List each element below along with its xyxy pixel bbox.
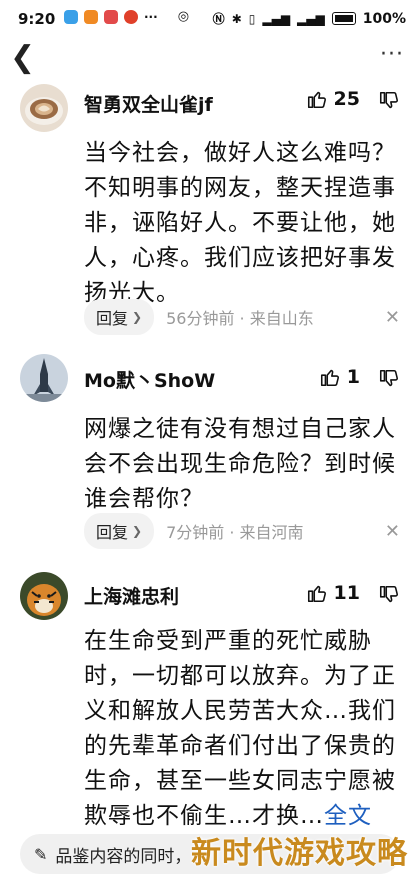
- thumbs-down-icon[interactable]: [378, 584, 400, 606]
- app-notification-icon: [84, 9, 98, 24]
- bluetooth-icon: ✱: [231, 11, 242, 26]
- like-button[interactable]: 25: [306, 88, 360, 110]
- more-icon[interactable]: ···: [380, 42, 404, 67]
- comment-item: 上海滩忠利 11 在生命受到严重的死忙威胁时，一切都可以放弃。为了正义和解放人民…: [0, 570, 420, 830]
- username[interactable]: 智勇双全山雀jf: [84, 90, 213, 117]
- chevron-right-icon: ❯: [132, 524, 143, 538]
- watermark: 新时代游戏攻略: [191, 836, 408, 871]
- thumbs-down-icon[interactable]: [378, 90, 400, 112]
- status-time: 9:20: [18, 10, 56, 28]
- chevron-right-icon: ❯: [132, 310, 143, 324]
- notification-icons: ··· ◎: [64, 9, 189, 24]
- like-count: 11: [333, 582, 360, 604]
- username[interactable]: Mo默丶ShoW: [84, 366, 215, 393]
- close-icon[interactable]: ✕: [385, 521, 400, 542]
- app-notification-icon: [104, 9, 118, 24]
- system-icons: Ⓝ ✱ ▯ ▂▄▆ ▂▄▆ 100%: [213, 10, 406, 27]
- signal-icon: ▂▄▆: [262, 11, 291, 26]
- reply-button[interactable]: 回复 ❯: [84, 513, 155, 549]
- reply-label: 回复: [96, 309, 129, 328]
- comment-input-placeholder: 品鉴内容的同时，: [55, 846, 192, 867]
- comment-text: 当今社会，做好人这么难吗？不知明事的网友，整天捏造事非，诬陷好人。不要让他，她人…: [84, 140, 396, 306]
- coffee-avatar-image: [20, 84, 68, 132]
- nfc-icon: Ⓝ: [212, 12, 225, 26]
- back-icon[interactable]: ❮: [10, 40, 35, 75]
- battery-percent: 100%: [362, 10, 406, 27]
- comment-time-location: 56分钟前 · 来自山东: [166, 309, 314, 328]
- comment-item: 智勇双全山雀jf 25 当今社会，做好人这么难吗？不知明事的网友，整天捏造事非，…: [0, 80, 420, 340]
- comment-meta: 回复 ❯ 7分钟前 · 来自河南 ✕: [84, 513, 400, 549]
- more-notifications-icon: ···: [144, 9, 158, 24]
- like-button[interactable]: 1: [319, 366, 360, 388]
- nav-bar: ❮ ···: [0, 36, 420, 82]
- like-button[interactable]: 11: [306, 582, 360, 604]
- comment-time-location: 7分钟前 · 来自河南: [166, 523, 304, 542]
- weibo-icon: [124, 9, 138, 24]
- thumbs-up-icon: [320, 369, 339, 387]
- thumbs-up-icon: [307, 91, 326, 109]
- avatar[interactable]: [20, 572, 68, 620]
- tiger-avatar-image: [20, 572, 68, 620]
- battery-icon: [331, 12, 356, 25]
- signal-icon: ▂▄▆: [297, 11, 325, 26]
- close-icon[interactable]: ✕: [385, 307, 400, 328]
- vibrate-icon: ▯: [248, 11, 256, 26]
- pen-icon: ✎: [34, 844, 48, 864]
- avatar[interactable]: [20, 84, 68, 132]
- thumbs-up-icon: [307, 585, 326, 603]
- status-bar: 9:20 ··· ◎ Ⓝ ✱ ▯ ▂▄▆ ▂▄▆ 100%: [0, 0, 420, 36]
- sync-icon: ◎: [177, 9, 190, 24]
- app-notification-icon: [64, 9, 78, 24]
- comment-meta: 回复 ❯ 56分钟前 · 来自山东 ✕: [84, 299, 400, 335]
- comment-text-content: 在生命受到严重的死忙威胁时，一切都可以放弃。为了正义和解放人民劳苦大众…我们的先…: [84, 628, 396, 829]
- avatar[interactable]: [20, 354, 68, 402]
- reply-label: 回复: [96, 523, 129, 542]
- reply-button[interactable]: 回复 ❯: [84, 299, 155, 335]
- like-count: 1: [346, 366, 360, 388]
- rocket-avatar-image: [20, 354, 68, 402]
- like-count: 25: [333, 88, 360, 110]
- full-text-link[interactable]: 全文: [324, 803, 372, 829]
- username[interactable]: 上海滩忠利: [84, 582, 179, 609]
- comment-text: 在生命受到严重的死忙威胁时，一切都可以放弃。为了正义和解放人民劳苦大众…我们的先…: [84, 624, 400, 834]
- thumbs-down-icon[interactable]: [378, 368, 400, 390]
- comment-item: Mo默丶ShoW 1 网爆之徒有没有想过自己家人会不会出现生命危险？到时候谁会帮…: [0, 354, 420, 554]
- comment-text: 网爆之徒有没有想过自己家人会不会出现生命危险？到时候谁会帮你？: [84, 416, 396, 512]
